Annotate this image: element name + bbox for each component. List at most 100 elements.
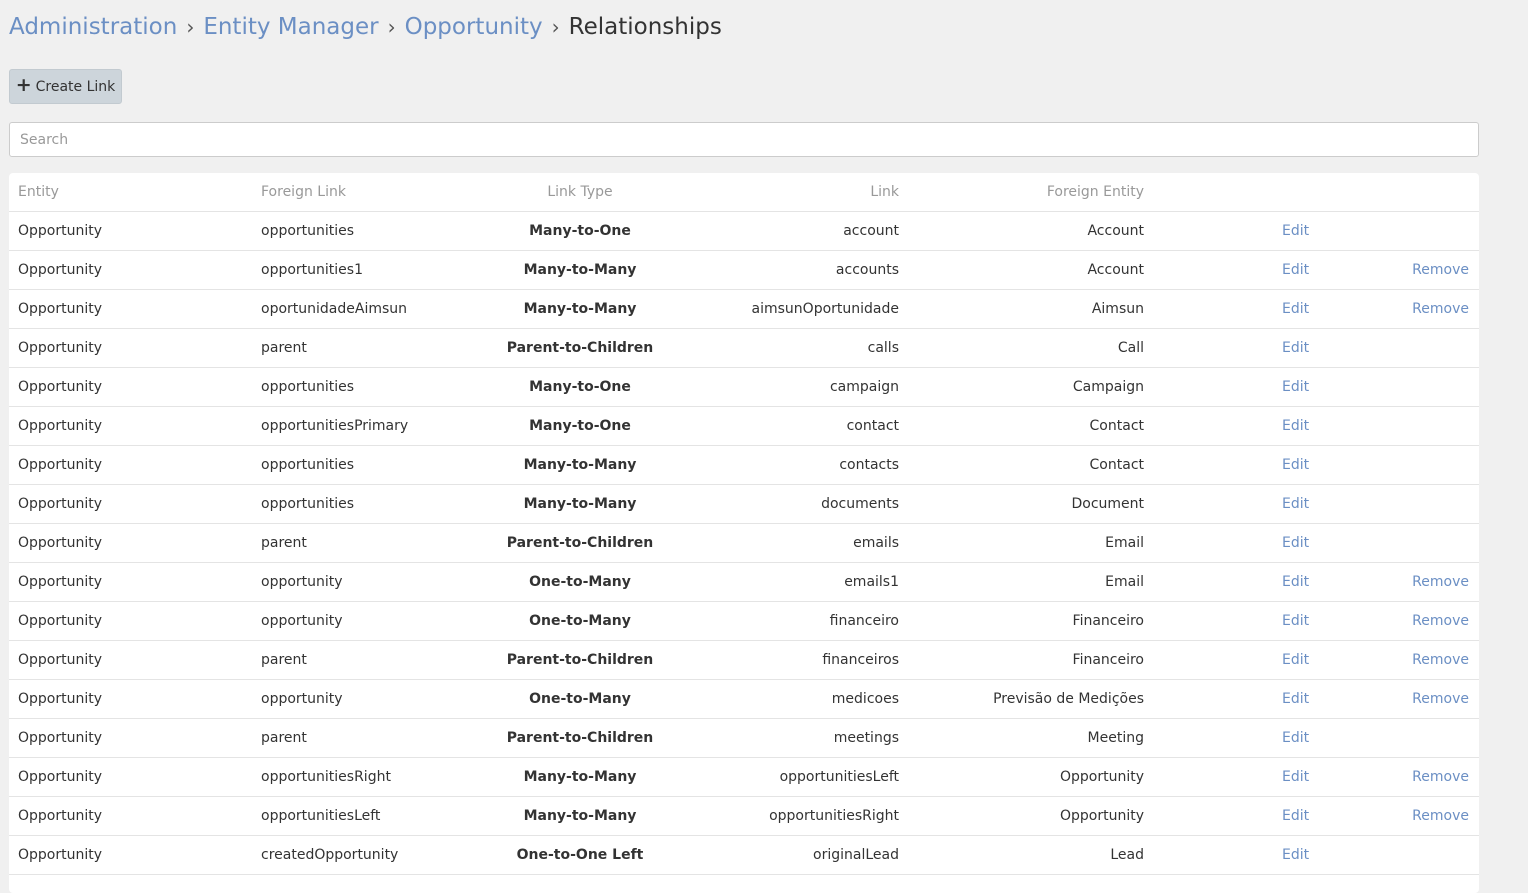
edit-link[interactable]: Edit	[1282, 485, 1309, 523]
table-row: Opportunity parent Parent-to-Children calls…	[9, 329, 1479, 368]
edit-link[interactable]: Edit	[1282, 329, 1309, 367]
edit-link[interactable]: Edit	[1282, 212, 1309, 250]
edit-link[interactable]: Edit	[1282, 407, 1309, 445]
cell-foreign-entity: Call	[1117, 340, 1144, 356]
cell-entity: Opportunity	[18, 730, 103, 746]
cell-link: financeiros	[822, 652, 899, 668]
cell-entity: Opportunity	[18, 223, 103, 239]
cell-entity: Opportunity	[18, 262, 103, 278]
table-row: Opportunity oportunidadeAimsun Many-to-Man…	[9, 290, 1479, 329]
cell-foreign-entity: Meeting	[1087, 730, 1144, 746]
cell-link-type: Many-to-One	[529, 379, 631, 395]
cell-entity: Opportunity	[18, 652, 103, 668]
table-row: Opportunity opportunities Many-to-Many docu…	[9, 485, 1479, 524]
edit-link[interactable]: Edit	[1282, 758, 1309, 796]
edit-link[interactable]: Edit	[1282, 641, 1309, 679]
cell-link: calls	[867, 340, 899, 356]
cell-foreign-entity: Previsão de Medições	[993, 691, 1144, 707]
edit-link[interactable]: Edit	[1282, 563, 1309, 601]
edit-link[interactable]: Edit	[1282, 290, 1309, 328]
cell-foreign-link: opportunities	[261, 379, 355, 395]
cell-entity: Opportunity	[18, 574, 103, 590]
cell-foreign-link: opportunities	[261, 223, 355, 239]
cell-link-type: Many-to-Many	[523, 808, 637, 824]
cell-foreign-entity: Aimsun	[1091, 301, 1144, 317]
cell-link: opportunitiesRight	[769, 808, 899, 824]
table-row: Opportunity opportunities Many-to-Many cont…	[9, 446, 1479, 485]
header-entity: Entity	[18, 184, 59, 200]
cell-link-type: Many-to-One	[529, 418, 631, 434]
cell-foreign-link: opportunities	[261, 496, 355, 512]
cell-foreign-entity: Contact	[1089, 418, 1144, 434]
table-row: Opportunity opportunitiesRight Many-to-Man…	[9, 758, 1479, 797]
cell-foreign-entity: Opportunity	[1059, 808, 1144, 824]
remove-link[interactable]: Remove	[1412, 680, 1469, 718]
table-row: Opportunity opportunitiesLeft Many-to-Many…	[9, 797, 1479, 836]
remove-link[interactable]: Remove	[1412, 563, 1469, 601]
table-row: Opportunity parent Parent-to-Children meeti…	[9, 719, 1479, 758]
cell-link-type: One-to-One Left	[516, 847, 644, 863]
cell-entity: Opportunity	[18, 496, 103, 512]
edit-link[interactable]: Edit	[1282, 836, 1309, 874]
cell-foreign-entity: Account	[1087, 262, 1144, 278]
cell-link-type: Parent-to-Children	[506, 340, 654, 356]
table-row: Opportunity opportunity One-to-Many emails1…	[9, 563, 1479, 602]
edit-link[interactable]: Edit	[1282, 251, 1309, 289]
cell-link: emails1	[844, 574, 899, 590]
breadcrumb-separator: ›	[387, 15, 396, 39]
cell-foreign-entity: Email	[1105, 574, 1144, 590]
remove-link[interactable]: Remove	[1412, 797, 1469, 835]
cell-link-type: One-to-Many	[529, 691, 631, 707]
cell-link: meetings	[833, 730, 899, 746]
cell-foreign-entity: Financeiro	[1072, 613, 1144, 629]
cell-entity: Opportunity	[18, 769, 103, 785]
breadcrumb-administration-link[interactable]: Administration	[9, 14, 177, 40]
cell-link-type: Many-to-One	[529, 223, 631, 239]
edit-link[interactable]: Edit	[1282, 524, 1309, 562]
cell-foreign-link: opportunities1	[261, 262, 363, 278]
cell-link: emails	[853, 535, 899, 551]
header-link-type: Link Type	[547, 184, 613, 200]
edit-link[interactable]: Edit	[1282, 368, 1309, 406]
edit-link[interactable]: Edit	[1282, 719, 1309, 757]
cell-link-type: Parent-to-Children	[506, 730, 654, 746]
table-row: Opportunity opportunitiesPrimary Many-to-O…	[9, 407, 1479, 446]
cell-link-type: Parent-to-Children	[506, 652, 654, 668]
remove-link[interactable]: Remove	[1412, 641, 1469, 679]
cell-link: opportunitiesLeft	[779, 769, 899, 785]
edit-link[interactable]: Edit	[1282, 602, 1309, 640]
remove-link[interactable]: Remove	[1412, 290, 1469, 328]
table-row: Opportunity createdOpportunity One-to-One …	[9, 836, 1479, 875]
table-row: Opportunity opportunities Many-to-One campa…	[9, 368, 1479, 407]
table-row: Opportunity parent Parent-to-Children email…	[9, 524, 1479, 563]
edit-link[interactable]: Edit	[1282, 446, 1309, 484]
cell-foreign-entity: Email	[1105, 535, 1144, 551]
table-row: Opportunity opportunity One-to-Many medicoe…	[9, 680, 1479, 719]
cell-entity: Opportunity	[18, 457, 103, 473]
cell-entity: Opportunity	[18, 340, 103, 356]
edit-link[interactable]: Edit	[1282, 680, 1309, 718]
table-row: Opportunity opportunity One-to-Many finance…	[9, 602, 1479, 641]
breadcrumb-entity-manager-link[interactable]: Entity Manager	[203, 14, 378, 40]
page-title: Relationships	[568, 14, 722, 40]
edit-link[interactable]: Edit	[1282, 797, 1309, 835]
remove-link[interactable]: Remove	[1412, 758, 1469, 796]
cell-foreign-link: opportunitiesRight	[261, 769, 391, 785]
cell-link: medicoes	[831, 691, 899, 707]
cell-link: financeiro	[829, 613, 899, 629]
table-header: Entity Foreign Link Link Type Link Forei…	[9, 173, 1479, 212]
remove-link[interactable]: Remove	[1412, 251, 1469, 289]
cell-foreign-entity: Financeiro	[1072, 652, 1144, 668]
cell-foreign-link: opportunitiesLeft	[261, 808, 381, 824]
header-foreign-entity: Foreign Entity	[1046, 184, 1144, 200]
cell-foreign-link: parent	[261, 652, 307, 668]
search-input[interactable]	[9, 122, 1479, 157]
remove-link[interactable]: Remove	[1412, 602, 1469, 640]
create-link-button[interactable]: + Create Link	[9, 69, 122, 104]
cell-foreign-entity: Contact	[1089, 457, 1144, 473]
cell-entity: Opportunity	[18, 535, 103, 551]
plus-icon: +	[15, 74, 32, 96]
cell-foreign-link: opportunities	[261, 457, 355, 473]
breadcrumb-opportunity-link[interactable]: Opportunity	[405, 14, 543, 40]
cell-foreign-link: opportunity	[261, 691, 343, 707]
